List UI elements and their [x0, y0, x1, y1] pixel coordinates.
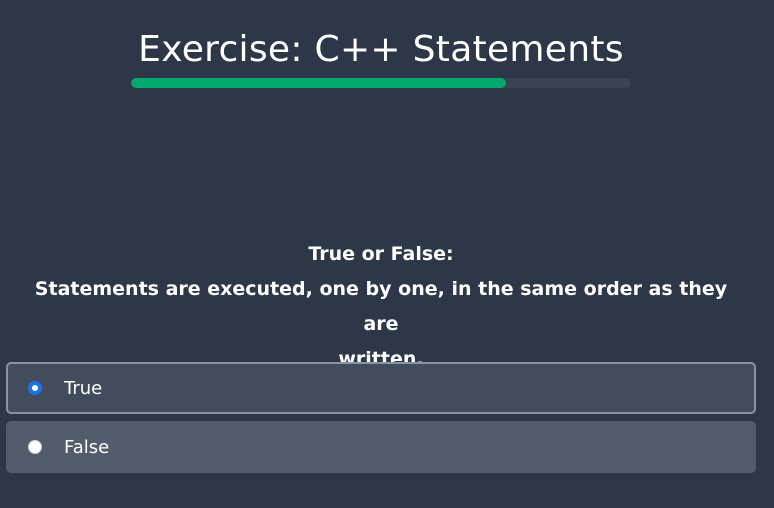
page-title: Exercise: C++ Statements	[138, 29, 624, 70]
radio-false[interactable]	[28, 440, 42, 454]
question-statement: Statements are executed, one by one, in …	[34, 278, 728, 335]
exercise-page: Exercise: C++ Statements True or False: …	[0, 0, 774, 508]
option-true[interactable]: True	[6, 362, 756, 414]
option-true-label: True	[64, 377, 103, 399]
question-prompt: True or False:	[308, 243, 454, 265]
option-false[interactable]: False	[6, 421, 756, 473]
question-text: True or False: Statements are executed, …	[20, 237, 742, 377]
option-false-label: False	[64, 436, 110, 458]
progress-bar	[131, 78, 631, 88]
progress-bar-fill	[131, 78, 506, 88]
radio-true[interactable]	[28, 381, 42, 395]
